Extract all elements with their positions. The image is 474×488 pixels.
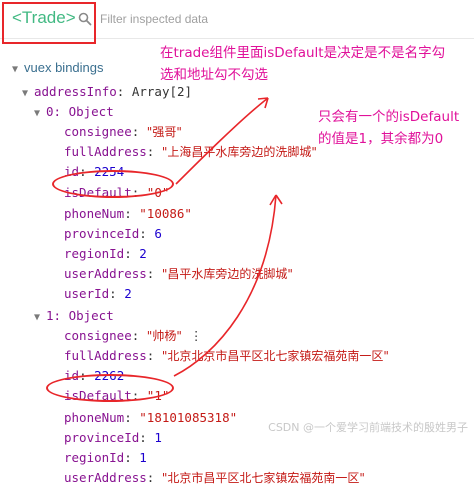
annotation-note-isdefault-purpose: 在trade组件里面isDefault是决定是不是名字勾 选和地址勾不勾选: [160, 45, 446, 83]
watermark: CSDN @一个爱学习前端技术的殷姓男子: [268, 421, 468, 434]
prop-useraddress[interactable]: userAddress: "北京市昌平区北七家镇宏福苑南一区": [64, 468, 365, 488]
prop-regionid[interactable]: regionId: 1: [64, 448, 147, 468]
annotation-note-only-one-default: 只会有一个的isDefault 的值是1，其余都为0: [318, 109, 460, 147]
